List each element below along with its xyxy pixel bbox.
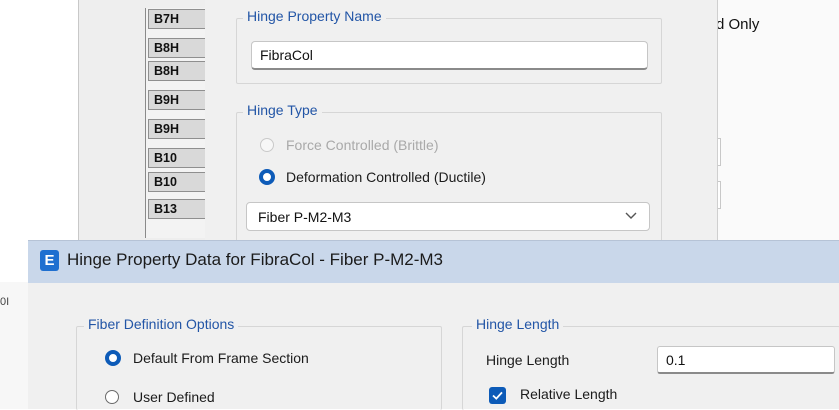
list-item[interactable]: B9H bbox=[148, 90, 206, 110]
hinge-length-input[interactable] bbox=[657, 346, 835, 374]
app-icon: E bbox=[40, 250, 59, 271]
hinge-type-select-value: Fiber P-M2-M3 bbox=[258, 209, 352, 225]
hinge-name-input[interactable] bbox=[251, 41, 648, 70]
hinge-length-label: Hinge Length bbox=[486, 352, 570, 368]
list-item[interactable]: B8H bbox=[148, 38, 206, 58]
list-item[interactable]: B10 bbox=[148, 148, 206, 168]
list-item[interactable]: B9H bbox=[148, 119, 206, 139]
fiber-options-group-box bbox=[76, 326, 442, 410]
list-item[interactable]: B10 bbox=[148, 172, 206, 192]
force-controlled-label: Force Controlled (Brittle) bbox=[286, 137, 439, 153]
user-defined-radio[interactable] bbox=[105, 390, 119, 404]
list-item[interactable]: B13 bbox=[148, 199, 206, 219]
default-from-frame-section-radio[interactable] bbox=[105, 350, 121, 366]
read-only-label: d Only bbox=[716, 16, 760, 33]
fiber-options-group-title: Fiber Definition Options bbox=[84, 316, 239, 332]
type-group-title: Hinge Type bbox=[243, 102, 322, 118]
name-group-title: Hinge Property Name bbox=[243, 8, 386, 24]
list-item[interactable]: B8H bbox=[148, 61, 206, 81]
relative-length-label: Relative Length bbox=[520, 386, 618, 402]
list-item[interactable]: B7H bbox=[148, 9, 206, 29]
deformation-controlled-radio[interactable] bbox=[259, 169, 275, 185]
force-controlled-radio[interactable] bbox=[260, 138, 274, 152]
user-defined-label: User Defined bbox=[133, 389, 215, 405]
deformation-controlled-label: Deformation Controlled (Ductile) bbox=[286, 169, 486, 185]
background-right-panel bbox=[716, 0, 839, 240]
relative-length-checkbox[interactable] bbox=[489, 387, 506, 404]
checkmark-icon bbox=[492, 391, 503, 400]
dialog-title: Hinge Property Data for FibraCol - Fiber… bbox=[67, 250, 444, 269]
chevron-down-icon[interactable] bbox=[622, 207, 640, 223]
left-edge-label: 0I bbox=[0, 296, 10, 308]
default-from-frame-section-label: Default From Frame Section bbox=[133, 350, 309, 366]
hinge-length-group-title: Hinge Length bbox=[472, 316, 564, 332]
hinge-list: B7H B8H B8H B9H B9H B10 B10 B13 bbox=[145, 8, 206, 238]
